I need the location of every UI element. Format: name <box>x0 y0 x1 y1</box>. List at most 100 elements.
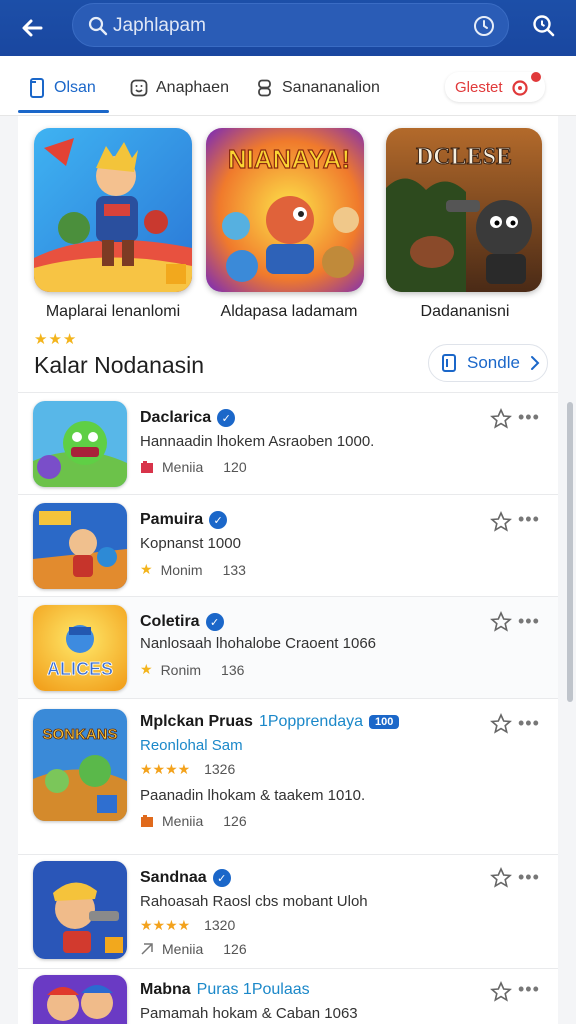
see-more-button[interactable]: Sondle <box>428 344 548 382</box>
app-description: Hannaadin lhokem Asraoben 1000. <box>140 433 375 450</box>
app-icon <box>33 975 127 1024</box>
app-name: Mabna Puras 1Poulaas <box>140 981 310 999</box>
rating-value: 1326 <box>204 761 236 777</box>
app-description: Nanlosaah lhohalobe Craoent 1066 <box>140 635 377 652</box>
more-options-icon[interactable]: ••• <box>518 509 540 530</box>
featured-card[interactable]: DCLESE <box>386 128 542 292</box>
rating-stars: ★★★★ <box>140 761 191 777</box>
tab-glestet[interactable]: Glestet <box>445 72 545 102</box>
verified-badge-icon: ✓ <box>209 511 228 529</box>
meta-label: Ronim <box>160 661 202 678</box>
controller-icon <box>258 79 271 97</box>
app-icon: ALICES <box>33 605 127 691</box>
star-outline-icon[interactable] <box>490 511 512 533</box>
scrollbar[interactable] <box>567 402 573 702</box>
more-options-icon[interactable]: ••• <box>518 407 540 428</box>
featured-card[interactable]: NIANAYA! <box>206 128 364 292</box>
search-input[interactable] <box>113 12 473 40</box>
app-meta: ★ Ronim 136 <box>140 661 244 678</box>
active-tab-indicator <box>18 110 109 113</box>
clock-icon[interactable] <box>472 14 496 38</box>
tab-bar: Olsan Anaphaen Sanananalion Glestet <box>0 56 576 116</box>
featured-title[interactable]: Aldapasa ladamam <box>204 303 374 321</box>
app-name-extra: 1Popprendaya <box>258 713 364 730</box>
app-name: Pamuira ✓ <box>140 511 228 529</box>
search-icon <box>88 16 108 36</box>
list-item[interactable]: Sandnaa ✓ Rahoasah Raosl cbs mobant Uloh… <box>18 854 558 968</box>
star-outline-icon[interactable] <box>490 713 512 735</box>
top-app-bar <box>0 0 576 56</box>
app-description: Pamamah hokam & Caban 1063 <box>140 1005 358 1022</box>
app-name: Mplckan Pruas 1Popprendaya 100 <box>140 713 400 731</box>
meta-value: 120 <box>223 459 247 475</box>
app-icon <box>33 503 127 589</box>
more-options-icon[interactable]: ••• <box>518 979 540 1000</box>
app-subtitle: Reonlohal Sam <box>140 737 243 754</box>
rating-stars: ★★★★ <box>140 917 191 933</box>
featured-title[interactable]: Maplarai lenanlomi <box>28 303 198 321</box>
app-name: Sandnaa ✓ <box>140 869 231 887</box>
app-icon: SONKANS <box>33 709 127 821</box>
verified-badge-icon: ✓ <box>217 409 236 427</box>
more-options-icon[interactable]: ••• <box>518 867 540 888</box>
tab-label: Sanananalion <box>282 79 380 96</box>
star-outline-icon[interactable] <box>490 867 512 889</box>
meta-label: Meniia <box>162 941 204 957</box>
featured-rating: ★★★ <box>34 331 78 348</box>
app-rating: ★★★★ 1320 <box>140 917 235 934</box>
star-outline-icon[interactable] <box>490 981 512 1003</box>
page-gutter-left <box>0 116 18 1024</box>
emoji-icon <box>130 79 148 97</box>
meta-label: Meniia <box>162 459 204 475</box>
app-name: Daclarica ✓ <box>140 409 236 427</box>
meta-value: 126 <box>223 813 247 829</box>
meta-value: 136 <box>221 661 245 678</box>
list-item[interactable]: Daclarica ✓ Hannaadin lhokem Asraoben 10… <box>18 392 558 494</box>
search-filter-button[interactable] <box>524 8 564 44</box>
game-art-hero-knight <box>34 128 192 292</box>
star-outline-icon[interactable] <box>490 611 512 633</box>
verified-badge-icon: ✓ <box>205 613 224 631</box>
tab-sanananalion[interactable]: Sanananalion <box>256 76 380 100</box>
list-item[interactable]: Mabna Puras 1Poulaas Pamamah hokam & Cab… <box>18 968 558 1024</box>
app-meta: Meniia 126 <box>140 941 247 957</box>
verified-badge-icon: ✓ <box>212 869 231 887</box>
see-more-label: Sondle <box>467 353 520 372</box>
tab-label: Glestet <box>455 78 503 96</box>
list-item[interactable]: Pamuira ✓ Kopnanst 1000 ★ Monim 133 ••• <box>18 494 558 596</box>
app-meta: Meniia 120 <box>140 459 247 475</box>
icon-banner-text: ALICES <box>47 659 113 679</box>
art-banner-text: DCLESE <box>416 144 512 170</box>
list-item[interactable]: SONKANS Mplckan Pruas 1Popprendaya 100 R… <box>18 698 558 854</box>
tab-anaphaen[interactable]: Anaphaen <box>130 76 229 100</box>
more-options-icon[interactable]: ••• <box>518 713 540 734</box>
back-button[interactable] <box>12 8 52 48</box>
magnifier-icon <box>533 15 555 37</box>
outline-tag-icon <box>141 943 153 955</box>
meta-label: Meniia <box>162 813 204 829</box>
app-meta: Meniia 126 <box>140 813 247 829</box>
tab-olsan[interactable]: Olsan <box>28 76 96 100</box>
list-icon <box>442 354 456 372</box>
record-icon <box>511 80 528 96</box>
star-icon: ★ <box>140 661 153 677</box>
meta-label: Monim <box>160 561 203 578</box>
app-name-extra: Puras 1Poulaas <box>196 981 310 998</box>
list-item[interactable]: ALICES Coletira ✓ Nanlosaah lhohalobe Cr… <box>18 596 558 698</box>
rating-value: 1320 <box>204 917 236 933</box>
app-name-text: Coletira <box>140 613 200 630</box>
app-meta: ★ Monim 133 <box>140 561 246 578</box>
app-icon <box>33 401 127 487</box>
featured-card[interactable] <box>34 128 192 292</box>
app-description: Paanadin lhokam & taakem 1010. <box>140 787 366 804</box>
app-description: Kopnanst 1000 <box>140 535 241 552</box>
star-outline-icon[interactable] <box>490 408 512 430</box>
art-banner-text: NIANAYA! <box>228 144 350 174</box>
app-name-text: Mplckan Pruas <box>140 713 253 730</box>
search-box[interactable] <box>72 3 509 47</box>
chevron-right-icon <box>530 356 540 370</box>
more-options-icon[interactable]: ••• <box>518 611 540 632</box>
phone-icon <box>30 78 44 98</box>
featured-title[interactable]: Dadananisni <box>380 303 550 321</box>
tab-label: Olsan <box>54 79 96 96</box>
